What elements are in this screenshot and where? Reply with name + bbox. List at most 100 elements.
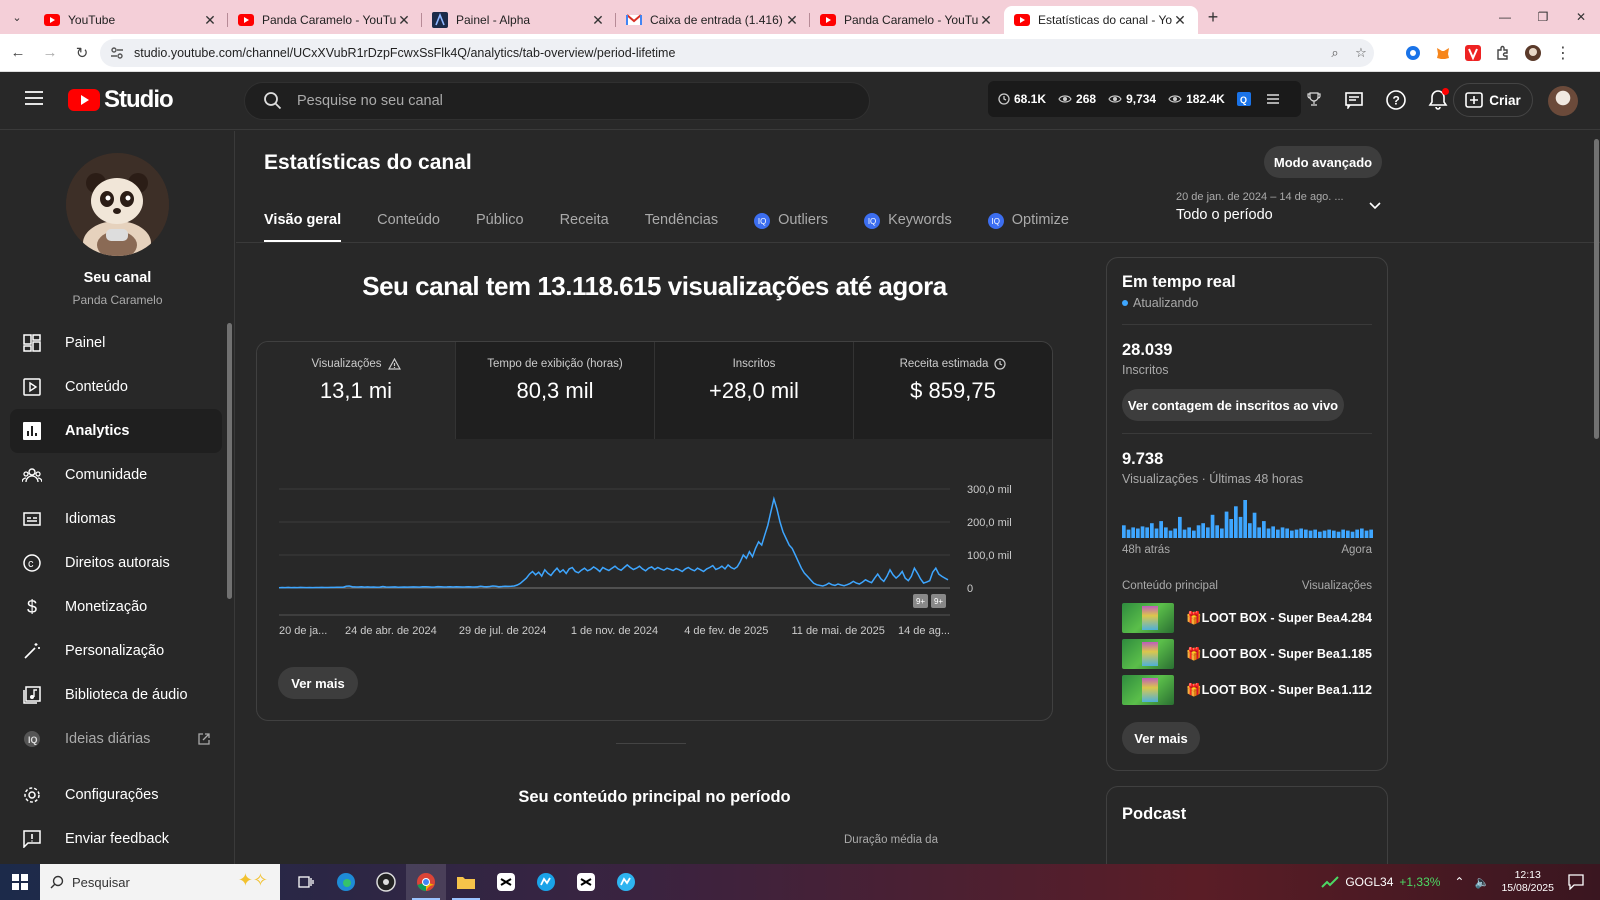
chevron-up-icon[interactable]: ⌃ — [1454, 875, 1464, 889]
vidiq-icon[interactable]: Q — [1236, 92, 1255, 106]
puzzle-extensions-icon[interactable] — [1490, 39, 1516, 67]
metric-watch-time[interactable]: Tempo de exibição (horas) 80,3 mil — [456, 342, 655, 439]
sidebar-item-configuracoes[interactable]: Configurações — [10, 773, 222, 817]
sidebar-item-comunidade[interactable]: Comunidade — [10, 453, 222, 497]
minimize-icon[interactable]: — — [1486, 0, 1524, 34]
browser-tab[interactable]: YouTube ✕ — [34, 6, 228, 34]
sidebar-item-direitos-autorais[interactable]: c Direitos autorais — [10, 541, 222, 585]
tab-keywords[interactable]: IQ Keywords — [864, 201, 952, 243]
search-input[interactable] — [297, 93, 797, 109]
metric-subscribers[interactable]: Inscritos +28,0 mil — [655, 342, 854, 439]
period-selector[interactable]: 20 de jan. de 2024 – 14 de ago. ... Todo… — [1176, 191, 1381, 223]
chrome-icon[interactable] — [406, 864, 446, 900]
subtitles-icon[interactable] — [1340, 86, 1368, 114]
stock-widget[interactable]: GOGL34 +1,33% — [1321, 875, 1440, 889]
tab-search-button[interactable]: ⌄ — [0, 0, 34, 34]
realtime-bar-chart[interactable] — [1122, 496, 1374, 538]
live-subscriber-count-button[interactable]: Ver contagem de inscritos ao vivo — [1122, 389, 1344, 421]
sidebar-item-conteudo[interactable]: Conteúdo — [10, 365, 222, 409]
bookmark-star-icon[interactable]: ☆ — [1348, 45, 1374, 61]
create-button[interactable]: Criar — [1453, 83, 1533, 117]
metric-revenue[interactable]: Receita estimada $ 859,75 — [854, 342, 1052, 439]
channel-search-bar[interactable] — [244, 82, 870, 120]
list-item[interactable]: 🎁LOOT BOX - Super Bea... 1.185 — [1122, 636, 1372, 672]
sidebar-item-monetizacao[interactable]: $ Monetização — [10, 585, 222, 629]
sidebar-item-analytics[interactable]: Analytics — [10, 409, 222, 453]
vidiq-extension-icon[interactable] — [1400, 39, 1426, 67]
close-window-icon[interactable]: ✕ — [1562, 0, 1600, 34]
sidebar-item-painel[interactable]: Painel — [10, 321, 222, 365]
new-tab-button[interactable]: + — [1198, 7, 1228, 28]
notifications-bell-icon[interactable] — [1424, 86, 1452, 114]
taskbar-search[interactable]: Pesquisar ✦✧ — [40, 864, 280, 900]
metamask-icon[interactable] — [1430, 39, 1456, 67]
advanced-mode-button[interactable]: Modo avançado — [1264, 146, 1382, 178]
speaker-icon[interactable]: 🔈 — [1474, 875, 1489, 889]
address-bar[interactable]: studio.youtube.com/channel/UCxXVubR1rDzp… — [100, 39, 1374, 67]
browser-tab[interactable]: Caixa de entrada (1.416) - titeor ✕ — [616, 6, 810, 34]
views-line-chart[interactable]: 0 100,0 mil 200,0 mil 300,0 mil 20 de ja... 2… — [257, 439, 1053, 669]
sidebar-item-personalizacao[interactable]: Personalização — [10, 629, 222, 673]
tab-receita[interactable]: Receita — [560, 201, 609, 243]
capcut-icon[interactable] — [486, 864, 526, 900]
app-icon[interactable] — [606, 864, 646, 900]
browser-tab[interactable]: Panda Caramelo - YouTube ✕ — [228, 6, 422, 34]
realtime-bar — [1318, 531, 1322, 538]
tab-conteudo[interactable]: Conteúdo — [377, 201, 440, 243]
file-explorer-icon[interactable] — [446, 864, 486, 900]
sidebar-item-biblioteca-de-audio[interactable]: Biblioteca de áudio — [10, 673, 222, 717]
list-item[interactable]: 🎁LOOT BOX - Super Bea... 1.112 — [1122, 672, 1372, 708]
sidebar-scrollbar[interactable] — [227, 323, 232, 599]
realtime-see-more-button[interactable]: Ver mais — [1122, 722, 1200, 754]
sidebar-item-ideias-diarias[interactable]: IQ Ideias diárias — [10, 717, 222, 761]
back-arrow-icon[interactable]: ← — [4, 39, 32, 67]
tab-optimize[interactable]: IQ Optimize — [987, 201, 1069, 243]
forward-arrow-icon[interactable]: → — [36, 39, 64, 67]
tab-visao-geral[interactable]: Visão geral — [264, 201, 342, 243]
account-avatar[interactable] — [1548, 86, 1578, 116]
close-tab-icon[interactable]: ✕ — [784, 12, 800, 29]
close-tab-icon[interactable]: ✕ — [1172, 12, 1188, 29]
profile-avatar-icon[interactable] — [1520, 39, 1546, 67]
restore-icon[interactable]: ❐ — [1524, 0, 1562, 34]
channel-avatar[interactable] — [66, 153, 169, 256]
zoom-icon[interactable]: ⌕ — [1322, 45, 1348, 61]
reload-icon[interactable]: ↻ — [68, 39, 96, 67]
see-more-button[interactable]: Ver mais — [278, 667, 358, 699]
metric-views[interactable]: Visualizações 13,1 mi — [257, 342, 456, 439]
obs-icon[interactable] — [366, 864, 406, 900]
edge-icon[interactable] — [326, 864, 366, 900]
browser-tab[interactable]: Panda Caramelo - YouTube ✕ — [810, 6, 1004, 34]
sidebar-item-enviar-feedback[interactable]: Enviar feedback — [10, 817, 222, 861]
notifications-icon[interactable] — [1568, 874, 1584, 890]
browser-tab[interactable]: Painel - Alpha ✕ — [422, 6, 616, 34]
task-view-icon[interactable] — [286, 864, 326, 900]
y-tick-label: 100,0 mil — [967, 550, 1012, 562]
clock[interactable]: 12:13 15/08/2025 — [1501, 869, 1554, 895]
browser-menu-icon[interactable]: ⋮ — [1550, 39, 1576, 67]
close-tab-icon[interactable]: ✕ — [202, 12, 218, 29]
vidiq-stats-bar[interactable]: 68.1K 268 9,734 182.4K Q — [988, 81, 1321, 117]
app-icon[interactable] — [526, 864, 566, 900]
tab-outliers[interactable]: IQ Outliers — [754, 201, 828, 243]
capcut-icon[interactable] — [566, 864, 606, 900]
tab-tendencias[interactable]: Tendências — [645, 201, 718, 243]
list-item[interactable]: 🎁LOOT BOX - Super Bea... 4.284 — [1122, 600, 1372, 636]
trophy-icon[interactable] — [1307, 92, 1325, 106]
vivaldi-extension-icon[interactable] — [1460, 39, 1486, 67]
browser-tab-active[interactable]: Estatísticas do canal - YouTube ✕ — [1004, 6, 1198, 34]
tab-publico[interactable]: Público — [476, 201, 524, 243]
help-icon[interactable]: ? — [1382, 86, 1410, 114]
video-title: 🎁LOOT BOX - Super Bea... — [1186, 646, 1341, 661]
main-scrollbar[interactable] — [1594, 139, 1599, 439]
hamburger-menu-icon[interactable] — [24, 90, 44, 106]
taskbar-search-placeholder: Pesquisar — [72, 874, 130, 890]
close-tab-icon[interactable]: ✕ — [396, 12, 412, 29]
list-icon[interactable] — [1266, 94, 1283, 104]
close-tab-icon[interactable]: ✕ — [590, 12, 606, 29]
close-tab-icon[interactable]: ✕ — [978, 12, 994, 29]
windows-start-icon[interactable] — [0, 864, 40, 900]
site-info-icon[interactable] — [110, 46, 124, 60]
studio-logo[interactable]: Studio — [68, 86, 174, 114]
sidebar-item-idiomas[interactable]: Idiomas — [10, 497, 222, 541]
